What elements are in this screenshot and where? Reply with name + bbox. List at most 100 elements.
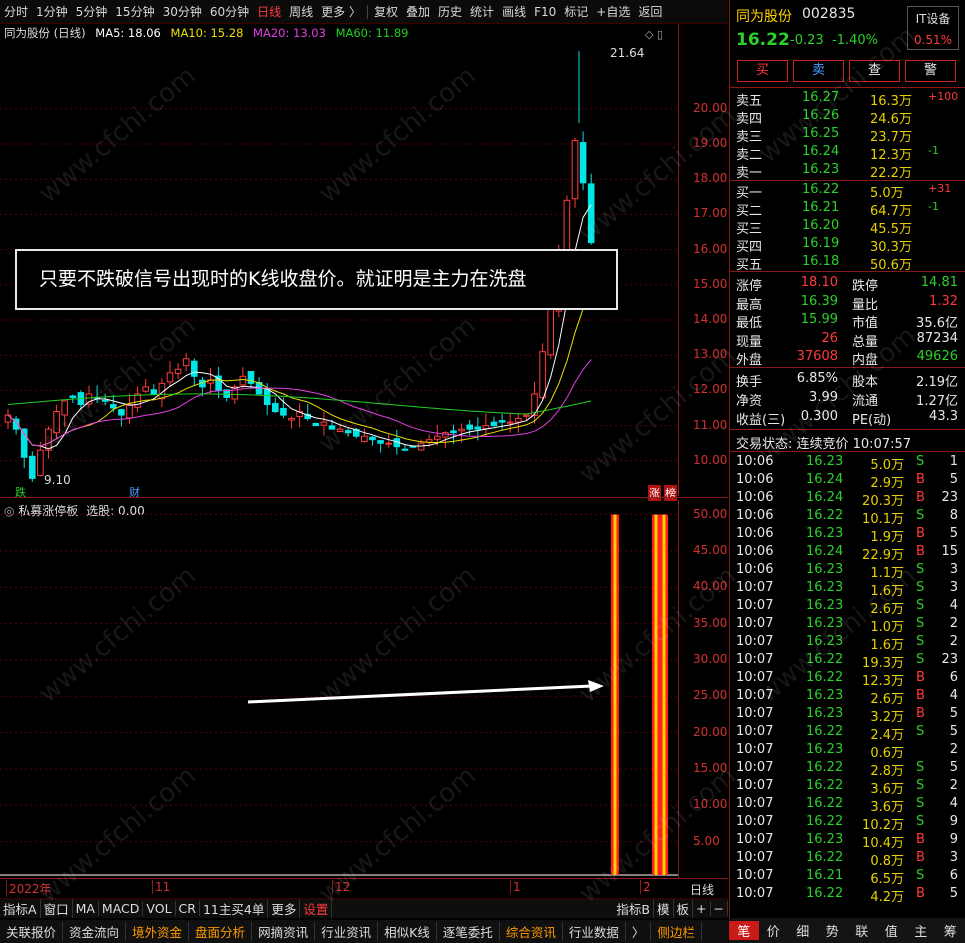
indicator-right-tab-1[interactable]: 模 [654,899,674,918]
info-link-8[interactable]: 综合资讯 [500,922,563,941]
indicator-tab-8[interactable]: 设置 [300,899,333,918]
indicator-right-tab-0[interactable]: 指标B [613,899,654,918]
trade-button-0[interactable]: 买 [737,60,788,82]
indicator-tab-0[interactable]: 指标A [0,899,41,918]
period-tab-6[interactable]: 日线 [253,3,285,20]
tick-side: B [916,832,925,847]
sector-box[interactable]: IT设备 0.51% [907,6,959,50]
toolbar-tool-6[interactable]: 标记 [560,3,592,20]
period-tab-0[interactable]: 分时 [0,3,32,20]
tick-side: S [916,868,925,883]
info-link-4[interactable]: 网摘资讯 [252,922,316,941]
indicator-chart [0,514,678,876]
bid-row[interactable]: 买二 16.21 64.7万 -1 [730,199,965,219]
bid-row[interactable]: 买四 16.19 30.3万 [730,235,965,255]
candle [85,385,93,408]
indicator-tab-4[interactable]: VOL [143,901,176,916]
info-link-7[interactable]: 逐笔委托 [437,922,500,941]
side-tab-4[interactable]: 联 [847,921,877,940]
bid-row[interactable]: 买五 16.18 50.6万 [730,253,965,273]
ask-row[interactable]: 卖二 16.24 12.3万 -1 [730,143,965,163]
ask-row[interactable]: 卖一 16.23 22.2万 [730,161,965,181]
ask-row[interactable]: 卖三 16.25 23.7万 [730,125,965,145]
tick-count: 3 [949,850,958,865]
tick-count: 9 [949,814,958,829]
stat-label: 流通 [852,394,879,409]
chart-settings-icon[interactable]: ◇ ▯ [645,28,663,41]
period-tab-2[interactable]: 5分钟 [72,3,112,20]
ask-row[interactable]: 卖四 16.26 24.6万 [730,107,965,127]
candle [166,361,174,386]
candle [53,404,60,439]
period-tab-1[interactable]: 1分钟 [32,3,72,20]
candle [37,442,44,477]
candle [142,378,149,393]
indicator-tab-2[interactable]: MA [73,901,99,916]
side-tab-5[interactable]: 值 [877,921,907,940]
tick-count: 5 [949,724,958,739]
side-tab-7[interactable]: 筹 [936,921,965,940]
tick-price: 16.23 [806,634,844,649]
tick-count: 5 [949,886,958,901]
toolbar-tool-5[interactable]: F10 [530,5,560,19]
info-link-10[interactable]: 〉 [626,922,652,941]
trade-button-1[interactable]: 卖 [793,60,844,82]
info-link-11[interactable]: 侧边栏 [651,922,702,941]
tick-time: 10:07 [736,634,774,649]
toolbar-tool-8[interactable]: 返回 [634,3,666,20]
toolbar-tool-1[interactable]: 叠加 [402,3,434,20]
info-link-5[interactable]: 行业资讯 [315,922,379,941]
indicator-tick: 25.00 [693,688,728,703]
indicator-tab-6[interactable]: 11主买4单 [200,899,269,918]
bid-row[interactable]: 买三 16.20 45.5万 [730,217,965,237]
info-link-9[interactable]: 行业数据 [563,922,626,941]
side-tab-3[interactable]: 势 [818,921,848,940]
candle [288,416,295,429]
ask-row[interactable]: 卖五 16.27 16.3万 +100 [730,89,965,109]
indicator-tab-5[interactable]: CR [176,901,200,916]
info-link-2[interactable]: 境外资金 [126,922,190,941]
period-tab-3[interactable]: 15分钟 [111,3,158,20]
side-tab-0[interactable]: 笔 [729,921,759,940]
toolbar-tool-7[interactable]: +自选 [592,3,634,20]
tick-time: 10:07 [736,760,774,775]
indicator-tick: 40.00 [693,579,728,594]
tick-count: 4 [949,688,958,703]
bid-row[interactable]: 买一 16.22 5.0万 +31 [730,181,965,201]
level-change: -1 [928,144,939,157]
side-tab-2[interactable]: 细 [788,921,818,940]
limit-up-bar [652,514,660,875]
indicator-tab-7[interactable]: 更多 [268,899,301,918]
side-tab-6[interactable]: 主 [906,921,936,940]
trade-button-3[interactable]: 警 [905,60,956,82]
level-price: 16.19 [802,236,840,251]
info-link-0[interactable]: 关联报价 [0,922,64,941]
stock-name: 同为股份 [736,9,792,25]
toolbar-tool-4[interactable]: 画线 [498,3,530,20]
date-label: 2022年 [6,880,52,897]
level-price: 16.24 [802,144,840,159]
indicator-tab-1[interactable]: 窗口 [41,899,73,918]
stat-label: 最低 [736,316,763,331]
ma5-value: MA5: 18.06 [95,26,161,40]
side-tab-1[interactable]: 价 [759,921,789,940]
info-link-6[interactable]: 相似K线 [378,922,437,941]
tick-time: 10:07 [736,796,774,811]
period-tab-5[interactable]: 60分钟 [206,3,253,20]
period-tab-7[interactable]: 周线 [285,3,317,20]
info-link-1[interactable]: 资金流向 [63,922,127,941]
trade-button-2[interactable]: 查 [849,60,900,82]
info-link-3[interactable]: 盘面分析 [189,922,253,941]
indicator-tab-3[interactable]: MACD [99,901,144,916]
toolbar-tool-2[interactable]: 历史 [434,3,466,20]
period-tab-4[interactable]: 30分钟 [159,3,206,20]
toolbar-tool-3[interactable]: 统计 [466,3,498,20]
indicator-right-tab-2[interactable]: 板 [674,899,694,918]
tick-price: 16.23 [806,706,844,721]
period-tab-8[interactable]: 更多 〉 [317,3,365,20]
toolbar-tool-0[interactable]: 复权 [370,3,402,20]
stat-value: 16.39 [800,293,838,309]
indicator-right-tab-3[interactable]: + [693,901,711,916]
sector-name: IT设备 [915,12,951,26]
indicator-right-tab-4[interactable]: − [711,901,728,916]
